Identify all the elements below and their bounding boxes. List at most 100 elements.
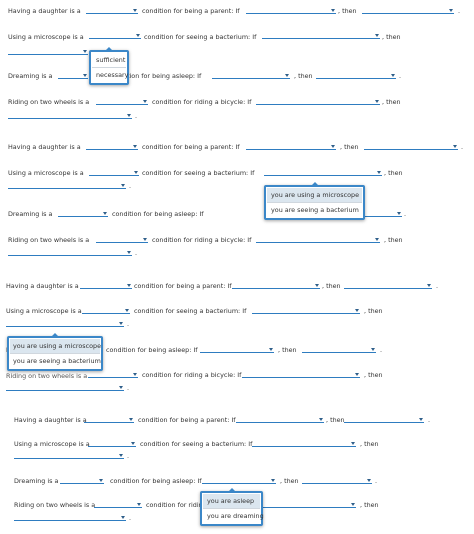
option-necessary[interactable]: necessary bbox=[92, 68, 128, 82]
then-label: , then bbox=[278, 346, 297, 354]
if-clause-dropdown[interactable] bbox=[242, 371, 360, 378]
condition-type-dropdown[interactable] bbox=[82, 307, 130, 314]
period: . bbox=[127, 384, 130, 392]
option-sufficient[interactable]: sufficient bbox=[92, 53, 126, 68]
if-clause-dropdown[interactable] bbox=[262, 32, 380, 39]
period: . bbox=[129, 514, 132, 522]
condition-type-dropdown[interactable] bbox=[94, 501, 142, 508]
period: . bbox=[436, 282, 439, 290]
condition-type-dropdown[interactable] bbox=[96, 98, 148, 105]
sentence-microscope-mid: condition for seeing a bacterium: If bbox=[134, 307, 247, 315]
option-using-microscope[interactable]: you are using a microscope bbox=[267, 188, 362, 203]
then-clause-dropdown[interactable] bbox=[8, 249, 132, 256]
option-you-are-asleep[interactable]: you are asleep bbox=[203, 494, 260, 509]
if-clause-dropdown[interactable] bbox=[200, 346, 274, 353]
sentence-microscope-start: Using a microscope is a bbox=[8, 33, 84, 41]
option-you-are-dreaming[interactable]: you are dreaming bbox=[203, 509, 264, 523]
then-clause-dropdown[interactable] bbox=[316, 72, 396, 79]
sentence-microscope-start: Using a microscope is a bbox=[14, 440, 90, 448]
then-label: , then bbox=[322, 282, 341, 290]
option-using-microscope[interactable]: you are using a microscope bbox=[10, 339, 101, 354]
sentence-dreaming-mid: condition for being asleep: If bbox=[112, 210, 204, 218]
option-seeing-bacterium[interactable]: you are seeing a bacterium bbox=[10, 354, 101, 368]
then-clause-dropdown[interactable] bbox=[362, 7, 454, 14]
if-clause-dropdown[interactable] bbox=[260, 501, 356, 508]
condition-type-dropdown[interactable] bbox=[58, 72, 88, 79]
period: . bbox=[380, 346, 383, 354]
then-clause-dropdown[interactable] bbox=[6, 320, 124, 327]
period: . bbox=[135, 112, 138, 120]
period: . bbox=[404, 210, 407, 218]
then-label: , then bbox=[326, 416, 345, 424]
then-clause-dropdown[interactable] bbox=[302, 477, 372, 484]
condition-type-options: sufficient necessary bbox=[89, 50, 129, 85]
then-clause-dropdown[interactable] bbox=[8, 182, 126, 189]
sentence-parent-mid: condition for being a parent: If bbox=[142, 7, 240, 15]
sentence-bicycle-start: Riding on two wheels is a bbox=[14, 501, 96, 509]
condition-type-dropdown[interactable] bbox=[86, 7, 138, 14]
sentence-dreaming-mid: condition for being asleep: If bbox=[106, 346, 198, 354]
condition-type-dropdown[interactable] bbox=[84, 416, 134, 423]
if-clause-dropdown[interactable] bbox=[256, 236, 380, 243]
if-clause-dropdown[interactable] bbox=[252, 440, 356, 447]
sentence-parent-start: Having a daughter is a bbox=[8, 7, 81, 15]
condition-type-dropdown[interactable] bbox=[58, 210, 108, 217]
sentence-microscope-mid: condition for seeing a bacterium: If bbox=[140, 440, 253, 448]
if-clause-dropdown[interactable] bbox=[246, 143, 336, 150]
sentence-microscope-start: Using a microscope is a bbox=[6, 307, 82, 315]
condition-type-dropdown[interactable] bbox=[88, 371, 138, 378]
if-clause-dropdown[interactable] bbox=[252, 307, 360, 314]
then-label: , then bbox=[338, 7, 357, 15]
then-clause-dropdown[interactable] bbox=[8, 48, 88, 55]
condition-type-dropdown[interactable] bbox=[89, 32, 141, 39]
then-clause-dropdown[interactable] bbox=[302, 346, 376, 353]
sentence-bicycle-mid: condition for riding a bicycle: If bbox=[142, 371, 242, 379]
then-label: , then bbox=[382, 98, 401, 106]
condition-type-dropdown[interactable] bbox=[86, 143, 138, 150]
period: . bbox=[461, 143, 464, 151]
sentence-microscope-mid: condition for seeing a bacterium: If bbox=[144, 33, 257, 41]
sentence-parent-start: Having a daughter is a bbox=[14, 416, 87, 424]
if-clause-dropdown[interactable] bbox=[264, 169, 382, 176]
then-clause-dropdown[interactable] bbox=[14, 514, 126, 521]
then-clause-dropdown[interactable] bbox=[344, 416, 424, 423]
sentence-dreaming-start: Dreaming is a bbox=[8, 72, 53, 80]
period: . bbox=[428, 416, 431, 424]
then-label: , then bbox=[384, 169, 403, 177]
then-clause-dropdown[interactable] bbox=[362, 210, 402, 217]
then-label: , then bbox=[364, 307, 383, 315]
if-clause-dropdown[interactable] bbox=[246, 7, 336, 14]
then-clause-dropdown[interactable] bbox=[6, 384, 124, 391]
period: . bbox=[127, 452, 130, 460]
sentence-bicycle-mid: condition for ridin bbox=[146, 501, 203, 509]
if-clause-dropdown[interactable] bbox=[236, 416, 324, 423]
condition-type-dropdown[interactable] bbox=[89, 169, 139, 176]
then-label: , then bbox=[384, 236, 403, 244]
then-label: , then bbox=[360, 440, 379, 448]
option-seeing-bacterium[interactable]: you are seeing a bacterium bbox=[267, 203, 362, 217]
asleep-clause-options: you are asleep you are dreaming bbox=[200, 491, 264, 526]
sentence-microscope-start: Using a microscope is a bbox=[8, 169, 84, 177]
condition-type-dropdown[interactable] bbox=[88, 440, 136, 447]
then-label: , then bbox=[280, 477, 299, 485]
sentence-parent-start: Having a daughter is a bbox=[8, 143, 81, 151]
sentence-parent-mid: condition for being a parent: If bbox=[142, 143, 240, 151]
if-clause-dropdown[interactable] bbox=[212, 72, 290, 79]
then-clause-dropdown[interactable] bbox=[14, 452, 124, 459]
then-label: , then bbox=[364, 371, 383, 379]
sentence-dreaming-start: Dreaming is a bbox=[8, 210, 53, 218]
period: . bbox=[129, 182, 132, 190]
if-clause-dropdown[interactable] bbox=[256, 98, 380, 105]
if-clause-dropdown[interactable] bbox=[202, 477, 276, 484]
then-clause-dropdown[interactable] bbox=[8, 112, 132, 119]
condition-type-dropdown[interactable] bbox=[60, 477, 104, 484]
condition-type-dropdown[interactable] bbox=[96, 236, 148, 243]
microscope-clause-options: you are using a microscope you are seein… bbox=[264, 185, 365, 220]
condition-type-dropdown[interactable] bbox=[80, 282, 132, 289]
sentence-bicycle-mid: condition for riding a bicycle: If bbox=[152, 236, 252, 244]
then-clause-dropdown[interactable] bbox=[364, 143, 458, 150]
then-clause-dropdown[interactable] bbox=[344, 282, 432, 289]
then-label: , then bbox=[340, 143, 359, 151]
sentence-bicycle-start: Riding on two wheels is a bbox=[8, 98, 90, 106]
if-clause-dropdown[interactable] bbox=[232, 282, 320, 289]
